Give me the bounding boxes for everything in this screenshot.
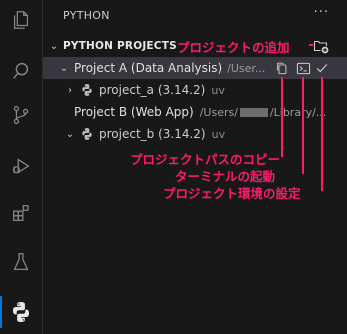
copy-icon[interactable] (274, 60, 290, 76)
python-icon[interactable] (0, 296, 37, 328)
python-env-icon (82, 128, 92, 140)
chevron-right-icon: › (68, 84, 72, 96)
project-name: Project B (Web App) (74, 105, 194, 119)
annotation-connector (281, 77, 283, 157)
python-env-icon (82, 84, 92, 96)
check-icon[interactable] (314, 60, 330, 76)
testing-icon[interactable] (5, 246, 37, 278)
project-path-start: /Users/ (199, 105, 238, 119)
chevron-down-icon: ⌄ (65, 128, 75, 140)
source-control-icon[interactable] (5, 99, 37, 131)
project-path-end: /Library/... (269, 105, 327, 119)
redacted-username (239, 107, 268, 117)
terminal-icon[interactable] (295, 60, 311, 76)
environment-manager: uv (211, 83, 225, 97)
environment-name: project_a (3.14.2) (99, 83, 206, 97)
project-name: Project A (Data Analysis) (74, 61, 223, 75)
annotation-connector (321, 77, 323, 191)
annotation-set-environment: プロジェクト環境の設定 (163, 186, 301, 201)
annotation-connector (309, 44, 313, 46)
section-title: PYTHON PROJECTS (63, 40, 177, 52)
chevron-down-icon: ⌄ (59, 62, 69, 74)
activity-bar (0, 0, 43, 334)
python-sidebar: PYTHON ··· ⌄ PYTHON PROJECTS ⌄ Project A… (43, 0, 347, 334)
annotation-connector (302, 77, 304, 174)
sidebar-title: PYTHON (63, 9, 110, 22)
environment-manager: uv (211, 127, 226, 141)
chevron-down-icon: ⌄ (49, 40, 59, 52)
search-icon[interactable] (5, 55, 37, 87)
explorer-icon[interactable] (5, 4, 37, 36)
extensions-icon[interactable] (5, 197, 37, 229)
add-project-icon[interactable] (313, 38, 329, 54)
run-debug-icon[interactable] (5, 150, 37, 182)
project-path: /User... (227, 61, 266, 75)
annotation-add-project: プロジェクトの追加 (177, 40, 290, 55)
environment-name: project_b (3.14.2) (99, 127, 206, 141)
more-actions-icon[interactable]: ··· (314, 5, 329, 20)
